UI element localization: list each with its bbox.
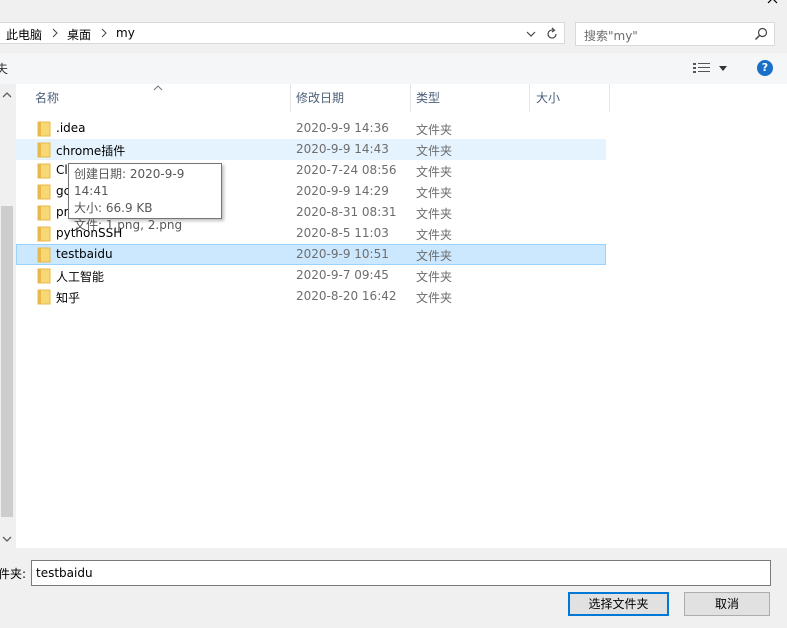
folder-icon	[37, 163, 51, 179]
search-placeholder[interactable]: 搜索"my"	[584, 27, 638, 44]
file-name: .idea	[56, 121, 86, 135]
close-icon	[767, 0, 778, 4]
chevron-down-icon	[526, 31, 536, 37]
search-box[interactable]: 搜索"my"	[575, 22, 775, 46]
file-date: 2020-7-24 08:56	[296, 163, 397, 177]
folder-icon	[37, 142, 51, 158]
scroll-down-icon[interactable]	[2, 534, 12, 544]
folder-icon	[37, 121, 51, 137]
list-item[interactable]: 人工智能 2020-9-7 09:45 文件夹	[16, 265, 606, 286]
tooltip: 创建日期: 2020-9-9 14:41 大小: 66.9 KB 文件: 1.p…	[68, 163, 222, 232]
file-type: 文件夹	[416, 207, 453, 221]
file-date: 2020-8-5 11:03	[296, 226, 389, 240]
new-folder-button[interactable]: 夫	[0, 60, 8, 77]
address-bar[interactable]: 此电脑 桌面 my	[0, 22, 565, 44]
file-name: 知乎	[56, 291, 81, 305]
breadcrumb-this-pc[interactable]: 此电脑	[6, 26, 42, 43]
caret-down-icon	[719, 66, 727, 71]
close-button[interactable]	[760, 0, 786, 12]
sort-ascending-icon	[153, 85, 163, 91]
file-type: 文件夹	[416, 186, 453, 200]
column-divider[interactable]	[529, 84, 530, 112]
list-item[interactable]: .idea 2020-9-9 14:36 文件夹	[16, 118, 606, 139]
file-date: 2020-9-9 14:29	[296, 184, 389, 198]
file-type: 文件夹	[416, 249, 453, 263]
scrollbar-thumb[interactable]	[1, 206, 13, 517]
file-name: pr	[56, 205, 69, 219]
change-view-button[interactable]	[692, 61, 712, 75]
search-icon[interactable]	[754, 27, 768, 41]
file-type: 文件夹	[416, 165, 453, 179]
folder-icon	[37, 184, 51, 200]
folder-label: 件夹:	[0, 567, 27, 581]
details-view-icon	[693, 63, 710, 73]
folder-icon	[37, 268, 51, 284]
toolbar	[0, 53, 787, 84]
file-date: 2020-8-31 08:31	[296, 205, 397, 219]
file-date: 2020-9-9 14:36	[296, 121, 389, 135]
chevron-right-icon[interactable]	[100, 27, 108, 39]
breadcrumb-desktop[interactable]: 桌面	[67, 26, 91, 43]
address-dropdown[interactable]	[524, 27, 538, 41]
file-type: 文件夹	[416, 123, 453, 137]
file-type: 文件夹	[416, 144, 453, 158]
file-name: 人工智能	[56, 270, 105, 284]
tooltip-files: 文件: 1.png, 2.png	[74, 218, 183, 232]
file-date: 2020-9-9 14:43	[296, 142, 389, 156]
list-item-selected[interactable]: testbaidu 2020-9-9 10:51 文件夹	[16, 244, 606, 265]
tooltip-size: 大小: 66.9 KB	[74, 201, 153, 215]
column-divider[interactable]	[290, 84, 291, 112]
help-button[interactable]: ?	[757, 60, 773, 76]
column-divider[interactable]	[609, 84, 610, 112]
refresh-icon	[547, 27, 557, 39]
file-name: Cl	[56, 163, 68, 177]
tooltip-created: 创建日期: 2020-9-9 14:41	[74, 167, 185, 198]
scroll-up-icon[interactable]	[2, 90, 12, 100]
folder-name-input[interactable]	[31, 560, 771, 586]
file-date: 2020-8-20 16:42	[296, 289, 397, 303]
refresh-button[interactable]	[544, 26, 560, 42]
chevron-right-icon[interactable]	[51, 27, 59, 39]
cancel-button[interactable]: 取消	[684, 592, 770, 616]
file-date: 2020-9-7 09:45	[296, 268, 389, 282]
file-name: testbaidu	[56, 247, 113, 261]
file-type: 文件夹	[416, 291, 453, 305]
column-divider[interactable]	[410, 84, 411, 112]
list-item[interactable]: 知乎 2020-8-20 16:42 文件夹	[16, 286, 606, 307]
file-type: 文件夹	[416, 270, 453, 284]
file-date: 2020-9-9 10:51	[296, 247, 389, 261]
list-item[interactable]: chrome插件 2020-9-9 14:43 文件夹	[16, 139, 606, 160]
column-header-type[interactable]: 类型	[416, 84, 440, 112]
select-folder-button[interactable]: 选择文件夹	[568, 592, 669, 616]
column-header-name[interactable]: 名称	[35, 84, 59, 112]
folder-icon	[37, 247, 51, 263]
folder-icon	[37, 205, 51, 221]
column-header-size[interactable]: 大小	[536, 84, 560, 112]
view-dropdown[interactable]	[718, 63, 728, 73]
folder-icon	[37, 289, 51, 305]
column-header-date[interactable]: 修改日期	[296, 84, 344, 112]
breadcrumb-my[interactable]: my	[116, 26, 135, 40]
file-name: chrome插件	[56, 144, 126, 158]
file-type: 文件夹	[416, 228, 453, 242]
folder-icon	[37, 226, 51, 242]
